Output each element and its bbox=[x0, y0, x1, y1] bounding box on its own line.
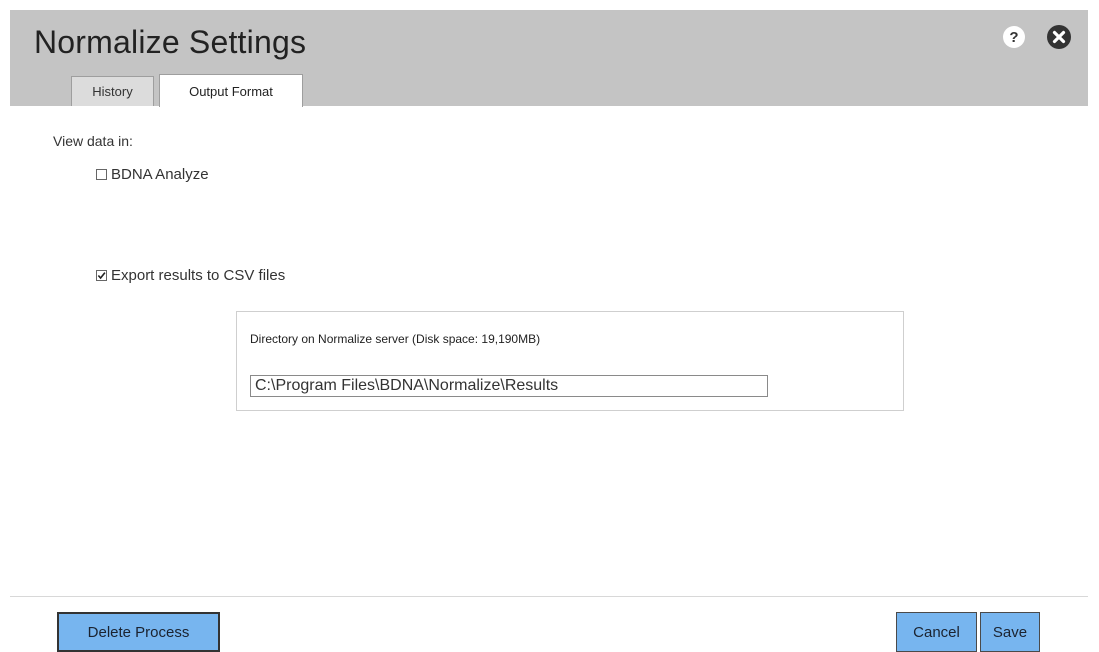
dialog-title: Normalize Settings bbox=[34, 24, 307, 60]
export-csv-checkbox[interactable] bbox=[96, 270, 107, 281]
tab-output-format-label: Output Format bbox=[189, 83, 273, 99]
bdna-analyze-checkbox[interactable] bbox=[96, 169, 107, 180]
export-csv-option[interactable]: Export results to CSV files bbox=[96, 267, 285, 284]
tab-history-label: History bbox=[92, 84, 133, 99]
tab-output-format[interactable]: Output Format bbox=[159, 74, 303, 107]
delete-process-button[interactable]: Delete Process bbox=[57, 612, 220, 652]
footer-divider bbox=[10, 596, 1088, 597]
view-data-label: View data in: bbox=[53, 133, 133, 149]
svg-text:?: ? bbox=[1009, 29, 1018, 46]
directory-path-input[interactable] bbox=[250, 375, 768, 397]
export-csv-label: Export results to CSV files bbox=[111, 267, 286, 284]
dialog-header: Normalize Settings ? History Output Form… bbox=[10, 10, 1088, 107]
checkmark-icon bbox=[97, 272, 106, 280]
cancel-button[interactable]: Cancel bbox=[896, 612, 977, 652]
bdna-analyze-label: BDNA Analyze bbox=[111, 166, 209, 183]
directory-label: Directory on Normalize server (Disk spac… bbox=[250, 332, 541, 346]
close-icon[interactable] bbox=[1046, 24, 1072, 50]
help-icon[interactable]: ? bbox=[1001, 24, 1027, 50]
directory-panel: Directory on Normalize server (Disk spac… bbox=[236, 311, 904, 411]
save-button[interactable]: Save bbox=[980, 612, 1040, 652]
bdna-analyze-option[interactable]: BDNA Analyze bbox=[96, 166, 209, 183]
tab-history[interactable]: History bbox=[71, 76, 154, 106]
